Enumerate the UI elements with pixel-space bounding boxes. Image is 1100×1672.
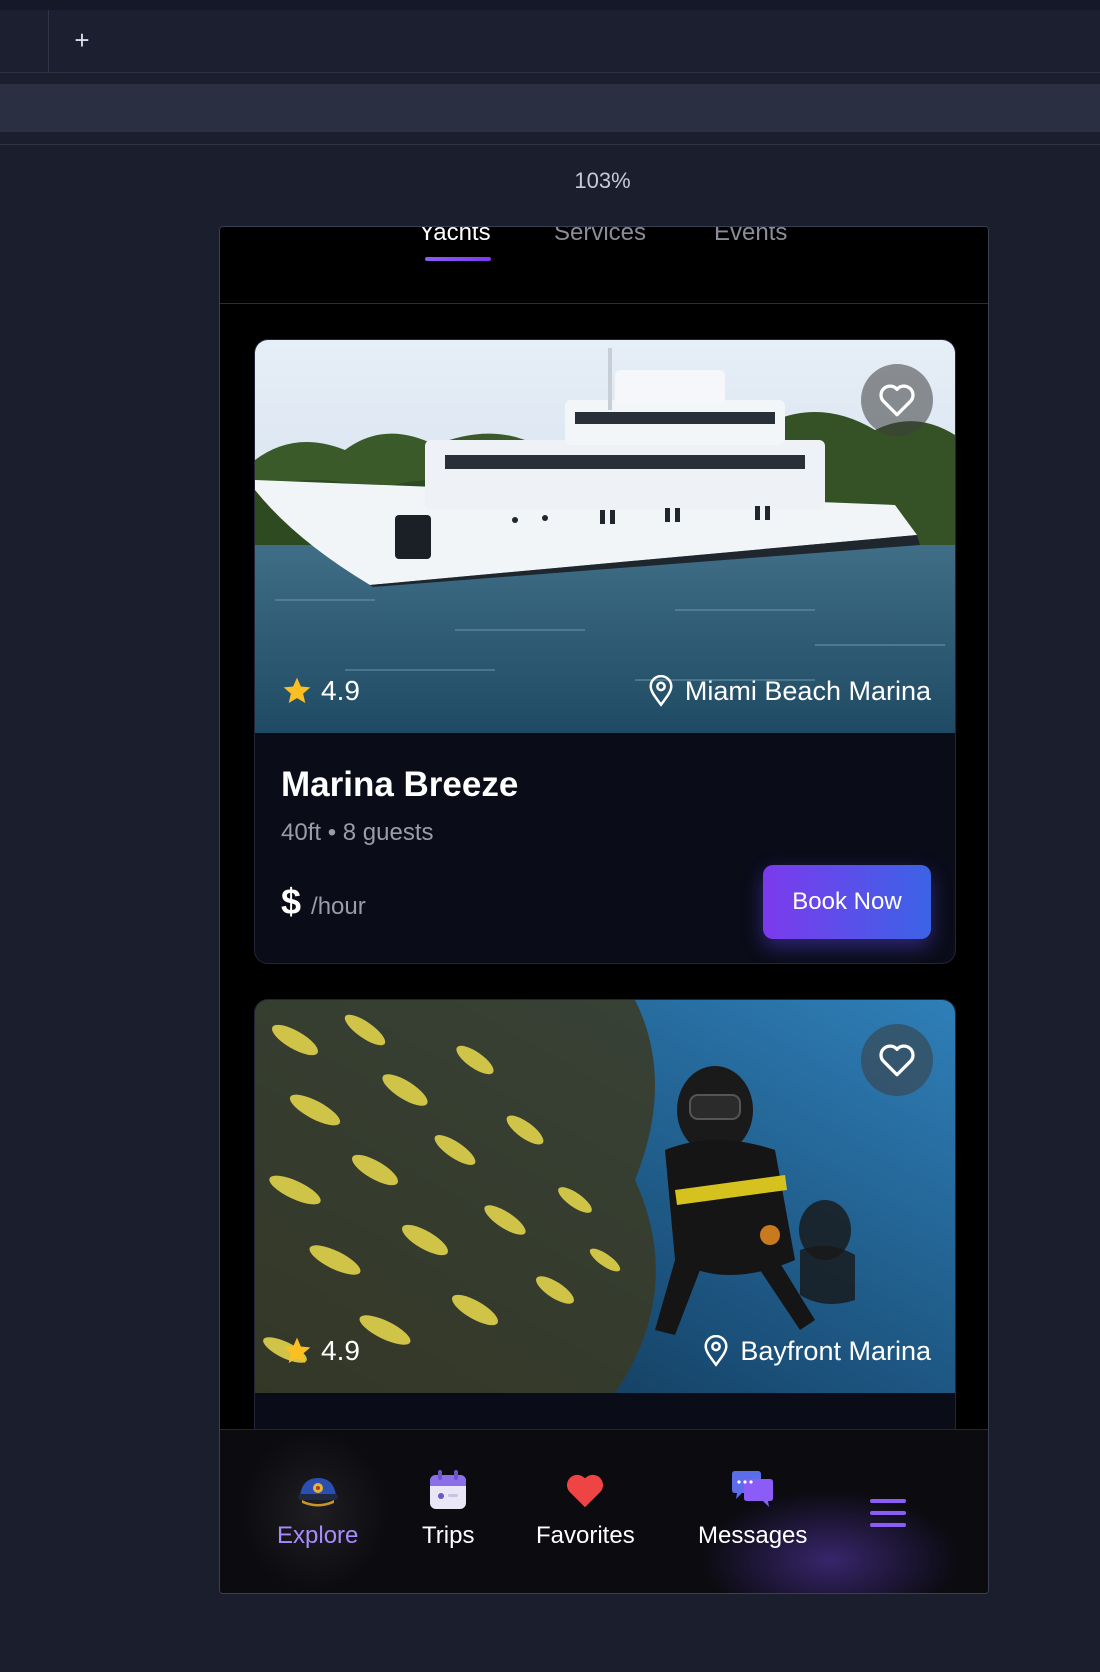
listing-image-diver: 4.9 Bayfront Marina [255, 1000, 955, 1393]
active-tab-indicator [425, 257, 491, 261]
nav-label-favorites: Favorites [536, 1522, 635, 1549]
location: Miami Beach Marina [647, 675, 931, 707]
listing-title: Marina Breeze [281, 765, 519, 804]
captain-hat-icon [294, 1466, 342, 1514]
nav-item-messages[interactable]: Messages [698, 1466, 807, 1550]
listing-details: Marina Breeze 40ft • 8 guests $ /hour Bo… [255, 733, 955, 963]
listing-price: $ /hour [281, 881, 366, 923]
listing-card[interactable]: 4.9 Miami Beach Marina Marina Breeze 40f… [254, 339, 956, 964]
nav-item-explore[interactable]: Explore [277, 1466, 358, 1550]
toolbar-separator [0, 144, 1100, 145]
browser-tab-bar [0, 10, 1100, 73]
favorite-button[interactable] [861, 1024, 933, 1096]
tab-services[interactable]: Services [554, 227, 646, 247]
location-pin-icon [704, 1335, 728, 1367]
tab-events[interactable]: Events [714, 227, 787, 247]
listing-specs: 40ft • 8 guests [281, 819, 434, 846]
book-now-button[interactable]: Book Now [763, 865, 931, 939]
nav-label-messages: Messages [698, 1522, 808, 1549]
rating-value: 4.9 [321, 675, 360, 706]
listing-image-yacht: 4.9 Miami Beach Marina [255, 340, 955, 733]
window-top-strip [0, 0, 1100, 10]
star-icon [283, 677, 311, 703]
location-pin-icon [649, 675, 673, 707]
rating: 4.9 [281, 675, 360, 707]
tab-divider [48, 10, 49, 72]
nav-item-trips[interactable]: Trips [422, 1466, 474, 1550]
address-bar[interactable] [0, 84, 1100, 132]
heart-outline-icon [879, 384, 915, 417]
chat-bubbles-icon [729, 1466, 777, 1514]
star-icon [283, 1337, 311, 1363]
rating: 4.9 [281, 1335, 360, 1367]
favorite-button[interactable] [861, 364, 933, 436]
price-unit: /hour [311, 893, 366, 920]
bottom-navigation: Explore Trips Favorites Messages [220, 1429, 988, 1593]
new-tab-button[interactable]: + [66, 24, 98, 56]
heart-icon [561, 1466, 609, 1514]
mobile-viewport: Yachts Services Events 4.9 Miami Beach M… [219, 226, 989, 1594]
heart-outline-icon [879, 1044, 915, 1077]
calendar-icon [424, 1466, 472, 1514]
rating-value: 4.9 [321, 1335, 360, 1366]
nav-label-explore: Explore [277, 1522, 359, 1549]
price-symbol: $ [281, 881, 302, 922]
nav-item-favorites[interactable]: Favorites [536, 1466, 635, 1550]
location-label: Bayfront Marina [740, 1335, 931, 1366]
location-label: Miami Beach Marina [684, 675, 931, 706]
nav-label-trips: Trips [422, 1522, 475, 1549]
tab-yachts[interactable]: Yachts [419, 227, 491, 247]
location: Bayfront Marina [702, 1335, 931, 1367]
zoom-level: 103% [574, 168, 631, 193]
hamburger-menu-icon[interactable] [868, 1496, 916, 1536]
category-tabs: Yachts Services Events [220, 227, 988, 304]
